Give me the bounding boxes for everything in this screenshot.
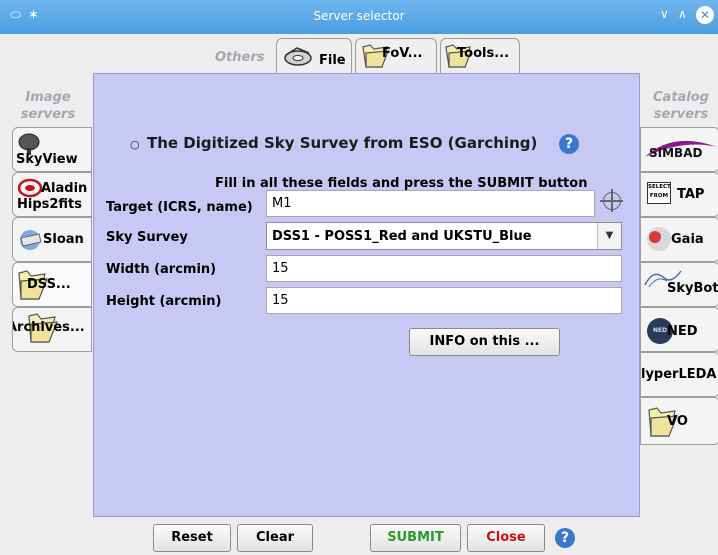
catalog-servers-header-text: Catalog servers [653, 90, 709, 122]
submit-button[interactable]: SUBMIT [370, 524, 461, 552]
chevron-down-icon[interactable]: ▼ [597, 223, 621, 249]
server-tap[interactable]: SELECT FROM TAP [640, 172, 718, 217]
server-aladin-hips2fits[interactable]: Aladin Hips2fits [12, 172, 92, 217]
server-ned[interactable]: NED NED [640, 307, 718, 352]
sloan-icon [20, 230, 42, 250]
server-aladin-label-line1: Aladin [41, 181, 88, 196]
close-window-button[interactable]: ✕ [696, 6, 714, 24]
height-input[interactable] [267, 288, 621, 313]
server-gaia[interactable]: Gaia [640, 217, 718, 262]
target-field[interactable] [266, 190, 595, 217]
aladin-icon [17, 178, 43, 198]
server-archives[interactable]: Archives... [12, 307, 92, 352]
server-skyview[interactable]: SkyView [12, 127, 92, 172]
server-aladin-label-line2: Hips2fits [17, 197, 83, 212]
server-vo-label: VO [667, 414, 688, 429]
svg-text:SIMBAD: SIMBAD [649, 146, 702, 160]
survey-select[interactable]: DSS1 - POSS1_Red and UKSTU_Blue ▼ [266, 222, 622, 250]
height-field[interactable] [266, 287, 622, 314]
server-skybot[interactable]: SkyBot [640, 262, 718, 307]
server-hyperleda-label: lyperLEDA [641, 367, 717, 382]
minimize-button[interactable]: ∨ [660, 7, 669, 21]
server-dss-label: DSS... [27, 277, 71, 292]
server-form-panel: ○ The Digitized Sky Survey from ESO (Gar… [93, 73, 640, 517]
tab-file-label: File [319, 53, 346, 68]
window-titlebar: ⬭ ✶ Server selector ∨ ∧ ✕ [0, 0, 718, 34]
survey-select-value: DSS1 - POSS1_Red and UKSTU_Blue [272, 229, 532, 244]
width-field[interactable] [266, 255, 622, 282]
height-label: Height (arcmin) [106, 294, 222, 309]
server-skyview-label: SkyView [16, 152, 78, 167]
reset-button[interactable]: Reset [153, 524, 231, 552]
server-vo[interactable]: VO [640, 397, 718, 445]
server-dss[interactable]: DSS... [12, 262, 92, 307]
width-label: Width (arcmin) [106, 262, 217, 277]
server-gaia-label: Gaia [671, 232, 704, 247]
server-sloan-label: Sloan [43, 232, 84, 247]
tab-tools-label: Tools... [457, 46, 510, 61]
tab-tools[interactable]: Tools... [440, 38, 520, 74]
catalog-servers-header: Catalog servers [644, 89, 718, 123]
help-icon[interactable]: ? [559, 134, 579, 154]
tab-fov[interactable]: FoV... [355, 38, 437, 74]
info-button[interactable]: INFO on this ... [409, 328, 560, 356]
server-simbad[interactable]: SIMBAD [640, 127, 718, 172]
server-radio[interactable]: ○ [130, 138, 140, 151]
server-tap-label: TAP [677, 187, 705, 202]
image-servers-header-text: Image servers [20, 90, 76, 122]
server-hyperleda[interactable]: lyperLEDA [640, 352, 718, 397]
gaia-icon [647, 227, 671, 251]
width-input[interactable] [267, 256, 621, 281]
server-ned-label: NED [667, 324, 698, 339]
form-instructions: Fill in all these fields and press the S… [215, 176, 588, 191]
tab-file[interactable]: File [276, 38, 352, 74]
server-skybot-label: SkyBot [667, 281, 718, 296]
crosshair-icon[interactable] [600, 189, 623, 212]
maximize-button[interactable]: ∧ [678, 7, 687, 21]
main-area: Others File FoV... Tools... Image server… [0, 34, 718, 555]
target-label: Target (ICRS, name) [106, 200, 253, 215]
clear-button[interactable]: Clear [237, 524, 313, 552]
help-icon[interactable]: ? [555, 528, 575, 548]
select-from-icon: SELECT FROM [647, 182, 671, 204]
image-servers-header: Image servers [8, 89, 88, 123]
window-title: Server selector [313, 9, 405, 23]
tab-fov-label: FoV... [382, 46, 423, 61]
close-button[interactable]: Close [467, 524, 545, 552]
server-archives-label: Archives... [12, 320, 85, 335]
server-sloan[interactable]: Sloan [12, 217, 92, 262]
others-tab-label: Others [215, 50, 265, 65]
ned-icon-text: NED [652, 327, 668, 334]
simbad-logo-icon: SIMBAD [645, 140, 717, 160]
target-input[interactable] [267, 191, 594, 216]
select-from-icon-text: SELECT FROM [648, 184, 671, 199]
server-title: The Digitized Sky Survey from ESO (Garch… [147, 134, 538, 152]
survey-label: Sky Survey [106, 230, 188, 245]
disk-icon [284, 47, 312, 66]
